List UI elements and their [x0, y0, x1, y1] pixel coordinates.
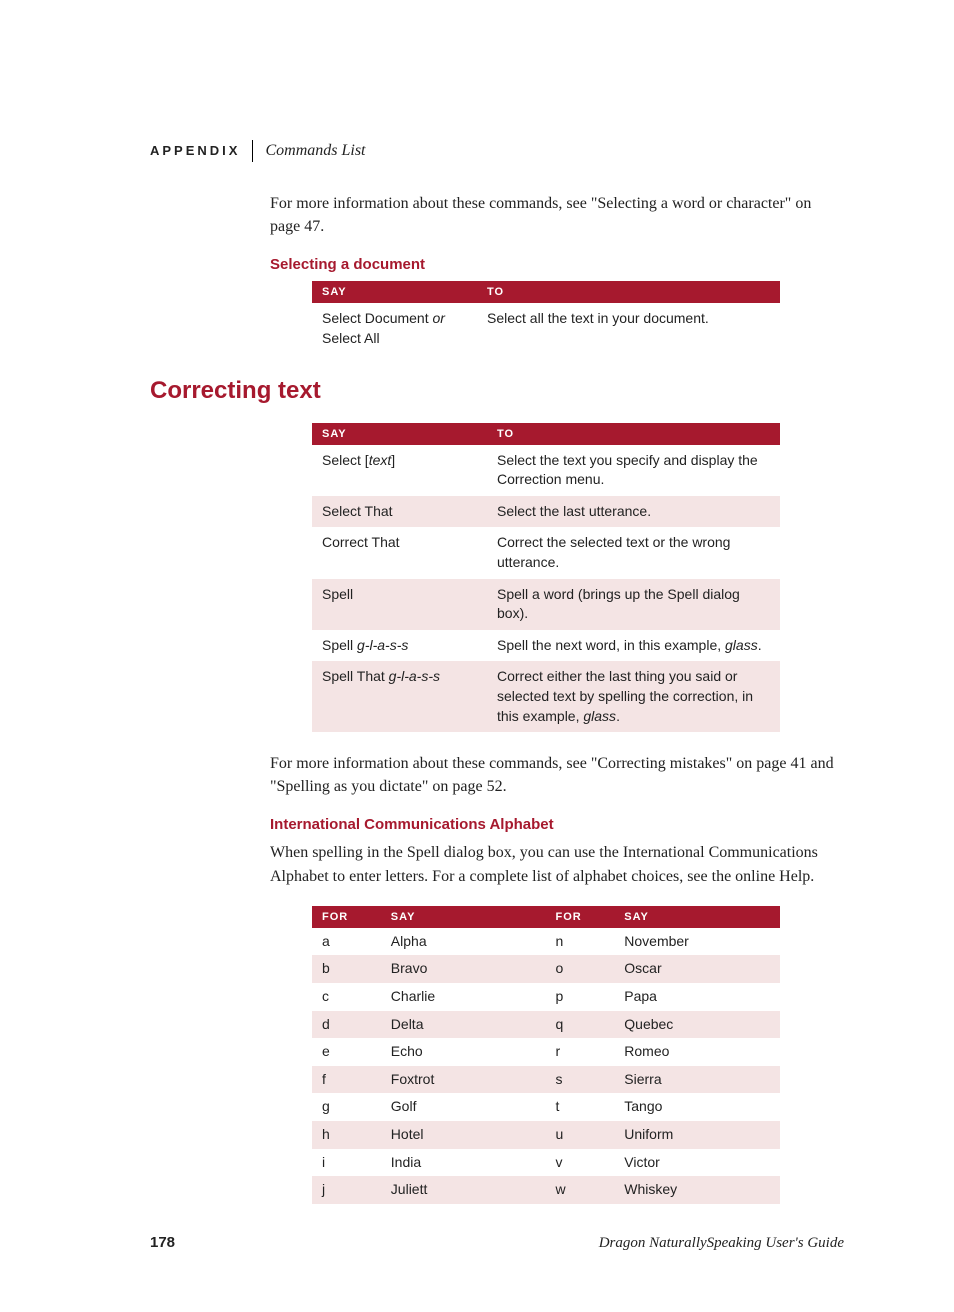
cell-say: Select Document or Select All — [312, 303, 477, 354]
running-head: APPENDIX Commands List — [150, 140, 844, 162]
table-row: hHoteluUniform — [312, 1121, 780, 1149]
table-selecting-document: SAY TO Select Document or Select All Sel… — [312, 281, 780, 354]
table-row: iIndiavVictor — [312, 1149, 780, 1177]
para-more-info: For more information about these command… — [270, 752, 844, 798]
cell-to: Correct the selected text or the wrong u… — [487, 527, 780, 578]
page-footer: 178 Dragon NaturallySpeaking User's Guid… — [150, 1234, 844, 1252]
col-say: SAY — [312, 423, 487, 445]
table-row: bBravooOscar — [312, 955, 780, 983]
para-intl-alphabet: When spelling in the Spell dialog box, y… — [270, 841, 844, 887]
table-row: eEchorRomeo — [312, 1038, 780, 1066]
book-title: Dragon NaturallySpeaking User's Guide — [599, 1235, 844, 1252]
cell-to: Select the last utterance. — [487, 496, 780, 528]
table-row: Spell That g-l-a-s-s Correct either the … — [312, 661, 780, 732]
running-head-right: Commands List — [253, 142, 365, 160]
cell-say: Spell — [312, 579, 487, 630]
table-row: Select That Select the last utterance. — [312, 496, 780, 528]
table-alphabet: FOR SAY FOR SAY aAlphanNovember bBravooO… — [312, 906, 780, 1204]
cell-to: Spell a word (brings up the Spell dialog… — [487, 579, 780, 630]
cell-say: Select [text] — [312, 445, 487, 496]
page: APPENDIX Commands List For more informat… — [0, 0, 954, 1312]
table-row: jJuliettwWhiskey — [312, 1176, 780, 1204]
cell-to: Spell the next word, in this example, gl… — [487, 630, 780, 662]
col-for: FOR — [545, 906, 614, 928]
col-say: SAY — [381, 906, 546, 928]
table-header-row: SAY TO — [312, 423, 780, 445]
col-say: SAY — [312, 281, 477, 303]
intro-paragraph: For more information about these command… — [270, 192, 844, 238]
table-row: Select [text] Select the text you specif… — [312, 445, 780, 496]
section-correcting-text: Correcting text — [150, 377, 844, 405]
table-header-row: FOR SAY FOR SAY — [312, 906, 780, 928]
subhead-selecting-document: Selecting a document — [270, 256, 844, 273]
table-row: Spell Spell a word (brings up the Spell … — [312, 579, 780, 630]
cell-say: Spell g-l-a-s-s — [312, 630, 487, 662]
table-row: Select Document or Select All Select all… — [312, 303, 780, 354]
cell-to: Correct either the last thing you said o… — [487, 661, 780, 732]
cell-say: Spell That g-l-a-s-s — [312, 661, 487, 732]
cell-say: Correct That — [312, 527, 487, 578]
cell-to: Select the text you specify and display … — [487, 445, 780, 496]
table-row: fFoxtrotsSierra — [312, 1066, 780, 1094]
cell-to: Select all the text in your document. — [477, 303, 780, 354]
col-to: TO — [487, 423, 780, 445]
cell-say: Select That — [312, 496, 487, 528]
table-row: aAlphanNovember — [312, 928, 780, 956]
table-row: cCharliepPapa — [312, 983, 780, 1011]
table-row: dDeltaqQuebec — [312, 1011, 780, 1039]
table-correcting-text: SAY TO Select [text] Select the text you… — [312, 423, 780, 733]
col-say: SAY — [614, 906, 780, 928]
table-row: gGolftTango — [312, 1093, 780, 1121]
subhead-intl-alphabet: International Communications Alphabet — [270, 816, 844, 833]
table-header-row: SAY TO — [312, 281, 780, 303]
col-for: FOR — [312, 906, 381, 928]
table-row: Spell g-l-a-s-s Spell the next word, in … — [312, 630, 780, 662]
table-row: Correct That Correct the selected text o… — [312, 527, 780, 578]
running-head-left: APPENDIX — [150, 140, 253, 162]
col-to: TO — [477, 281, 780, 303]
page-number: 178 — [150, 1234, 175, 1251]
